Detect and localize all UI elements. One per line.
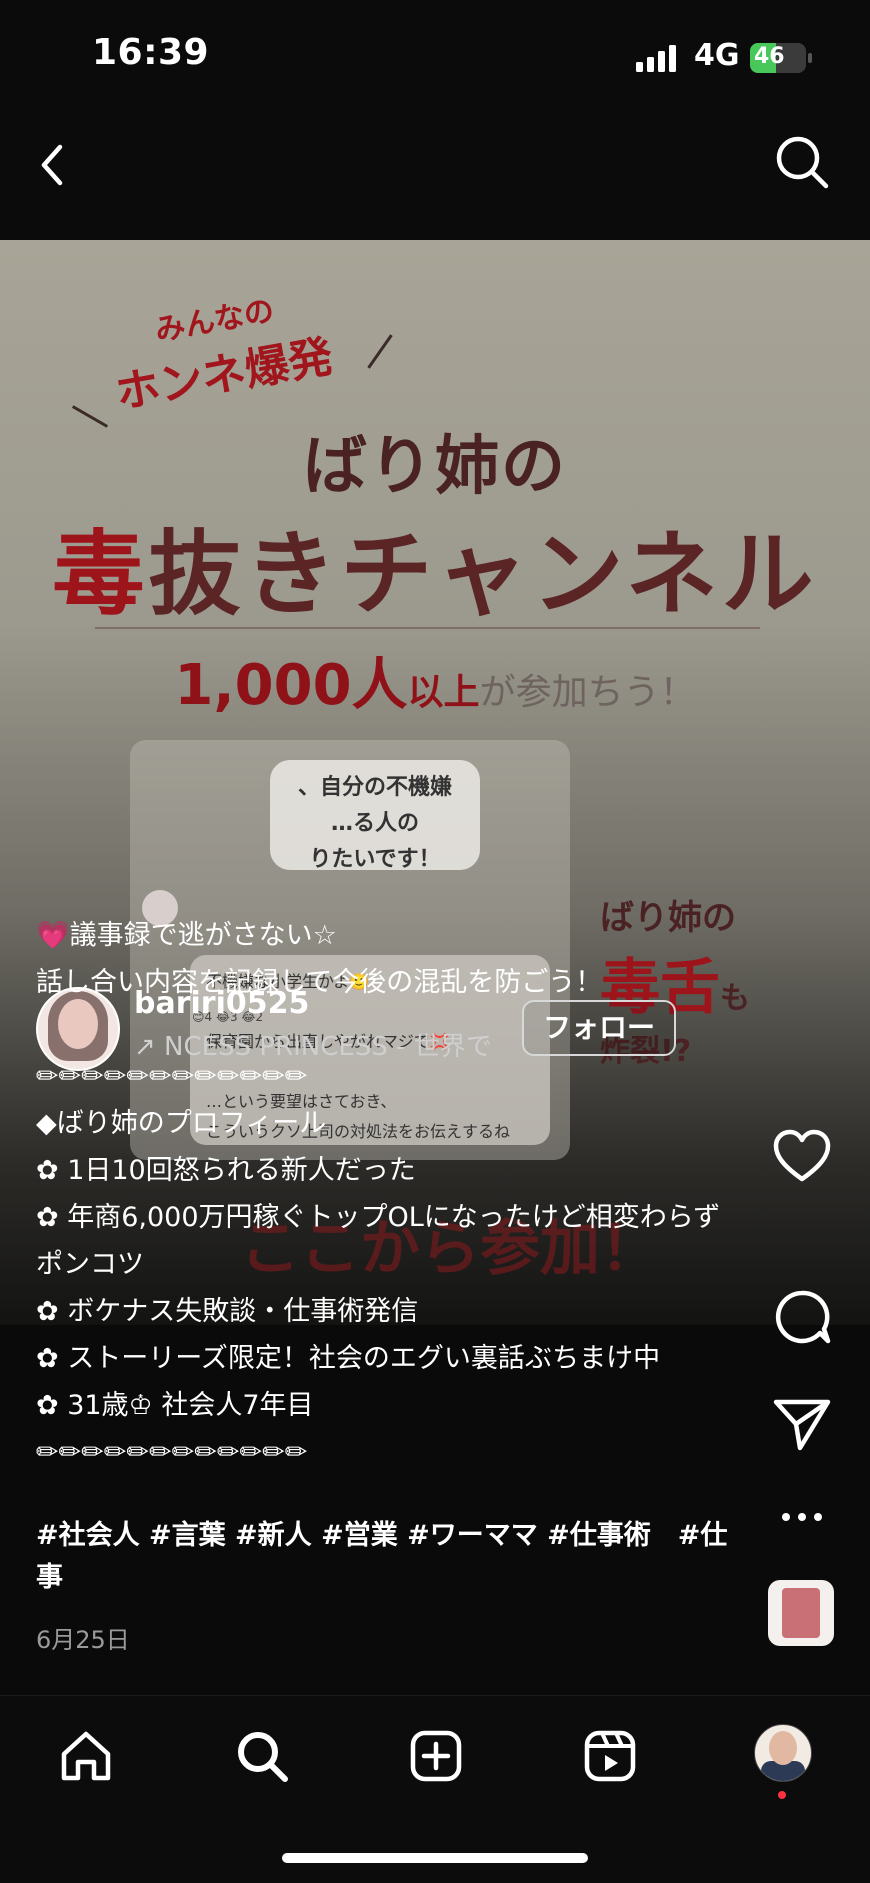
- top-nav: [0, 110, 870, 240]
- poster-count-num: 1,000人: [174, 653, 408, 718]
- status-bar: 16:39 4G 46: [0, 0, 870, 110]
- caption[interactable]: 💗議事録で逃がさない☆ 話し合い内容を記録して今後の混乱を防ごう！ ✏✏✏✏✏✏…: [36, 912, 736, 1476]
- network-type: 4G: [694, 38, 740, 73]
- caption-line: ✿ 年商6,000万円稼ぐトップOLになったけど相変わらずポンコツ: [36, 1202, 721, 1280]
- battery-icon: 46: [750, 43, 806, 73]
- caption-line: ✏✏✏✏✏✏✏✏✏✏✏✏: [36, 1437, 308, 1468]
- status-time: 16:39: [92, 32, 210, 73]
- poster-count-rest: が参加ちう！: [479, 672, 696, 713]
- more-icon[interactable]: [770, 1485, 834, 1549]
- caption-line: ✿ ボケナス失敗談・仕事術発信: [36, 1296, 419, 1327]
- back-icon[interactable]: [30, 135, 80, 195]
- caption-line: 💗議事録で逃がさない☆: [36, 920, 337, 951]
- battery-cap: [808, 53, 812, 63]
- poster-title-line1: ばり姉の: [303, 429, 567, 504]
- send-icon[interactable]: [770, 1392, 834, 1456]
- poster-slash-right: [367, 334, 393, 369]
- profile-avatar-face: [769, 1731, 797, 1765]
- poster-title-rest: 抜きチャンネル: [148, 520, 818, 628]
- caption-line: ✿ 1日10回怒られる新人だった: [36, 1155, 416, 1186]
- bottom-nav: [0, 1695, 870, 1883]
- chat-bubble-text: 、自分の不機嫌 …る人の りたいです！: [297, 775, 452, 872]
- poster-count: 1,000人以上が参加ちう！: [0, 640, 870, 721]
- comment-icon[interactable]: [770, 1285, 834, 1349]
- poster-divider: [95, 627, 760, 629]
- signal-icon: [636, 45, 676, 72]
- poster-subtitle: みんなの ホンネ爆発: [102, 277, 337, 421]
- battery-level: 46: [754, 44, 785, 69]
- reels-icon[interactable]: [580, 1726, 640, 1786]
- caption-hashtags[interactable]: #社会人 #言葉 #新人 #営業 #ワーママ #仕事術 #仕事: [36, 1515, 736, 1599]
- profile-avatar[interactable]: [754, 1724, 812, 1782]
- audio-thumbnail[interactable]: [768, 1580, 834, 1646]
- like-icon[interactable]: [770, 1125, 834, 1189]
- poster-title-red: 毒: [52, 520, 149, 628]
- caption-line: ◆ばり姉のプロフィール: [36, 1108, 327, 1139]
- search-nav-icon[interactable]: [232, 1726, 292, 1786]
- caption-gap: [36, 1006, 736, 1053]
- caption-line: ✿ 31歳♔ 社会人7年目: [36, 1390, 314, 1421]
- home-indicator[interactable]: [282, 1853, 588, 1863]
- caption-line: ✏✏✏✏✏✏✏✏✏✏✏✏: [36, 1061, 308, 1092]
- create-icon[interactable]: [406, 1726, 466, 1786]
- notification-dot: [778, 1791, 786, 1799]
- caption-line: ✿ ストーリーズ限定！社会のエグい裏話ぶちまけ中: [36, 1343, 661, 1374]
- audio-thumb-art: [782, 1588, 820, 1638]
- poster-title-line2: 毒抜きチャンネル: [0, 500, 870, 633]
- poster-count-small: 以上: [407, 672, 480, 713]
- caption-line: 話し合い内容を記録して今後の混乱を防ごう！: [36, 967, 603, 998]
- home-icon[interactable]: [56, 1726, 116, 1786]
- search-icon[interactable]: [770, 130, 834, 194]
- post-date: 6月25日: [36, 1626, 130, 1654]
